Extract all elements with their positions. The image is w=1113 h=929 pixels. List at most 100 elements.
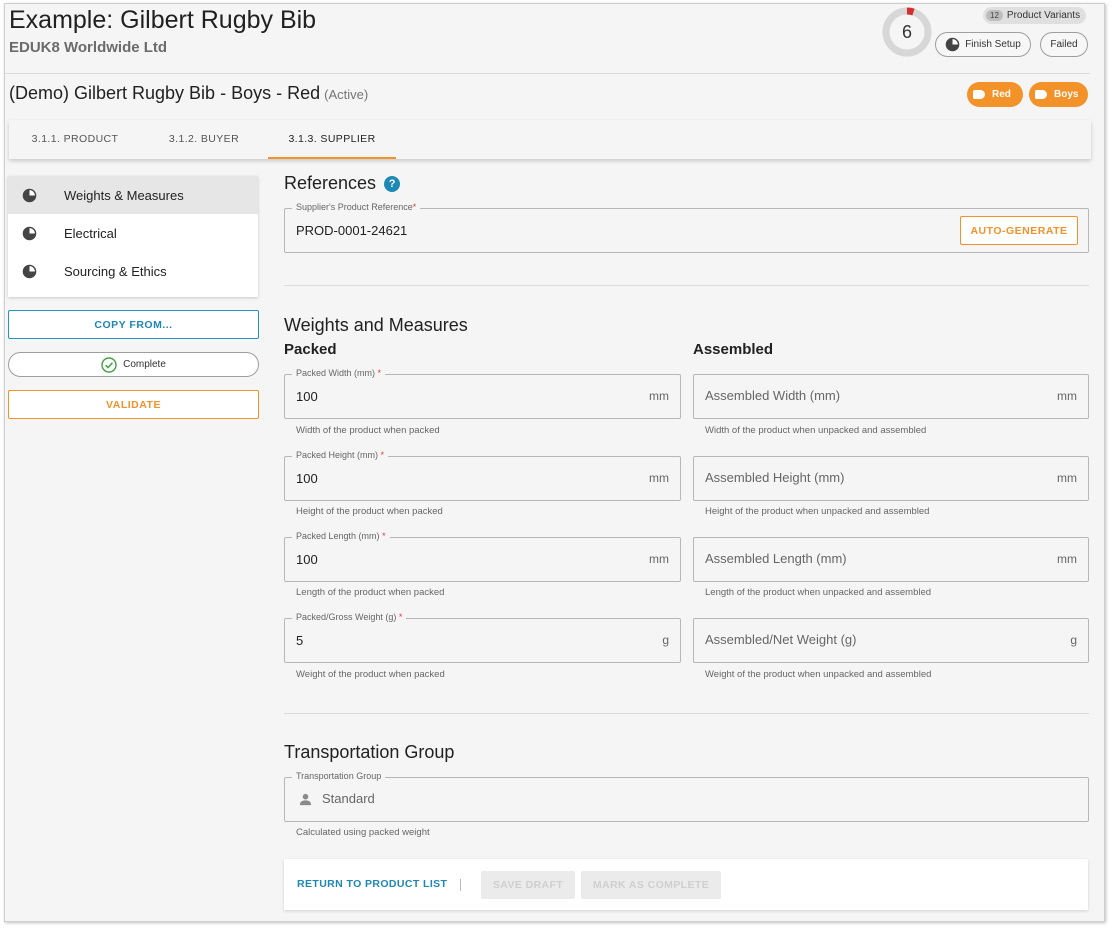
help-icon[interactable]: ? (384, 176, 401, 192)
divider (460, 879, 461, 891)
product-variants-chip[interactable]: 12 Product Variants (983, 7, 1087, 24)
tag-red-label: Red (992, 89, 1011, 100)
tag-red[interactable]: Red (967, 82, 1023, 107)
unit-label: mm (649, 471, 669, 485)
tab-supplier[interactable]: 3.1.3. SUPPLIER (268, 120, 396, 159)
transport-heading: Transportation Group (284, 742, 455, 762)
field-label: Transportation Group (292, 771, 386, 781)
return-to-product-list-link[interactable]: RETURN TO PRODUCT LIST (297, 859, 447, 910)
packed-heading: Packed (284, 341, 337, 358)
sidebar-nav: Weights & Measures Electrical Sourcing &… (8, 176, 258, 297)
failed-status-button[interactable]: Failed (1040, 32, 1088, 57)
packed-weight-field[interactable]: Packed/Gross Weight (g) * 5 g (284, 612, 681, 663)
check-circle-icon (101, 356, 117, 373)
field-label: Packed Length (mm) * (292, 531, 390, 541)
packed-weight-hint: Weight of the product when packed (296, 669, 445, 680)
references-heading: References? (284, 173, 401, 194)
tag-icon (1035, 90, 1047, 99)
packed-width-field[interactable]: Packed Width (mm) * 100 mm (284, 368, 681, 419)
assembled-height-field[interactable]: Assembled Height (mm) mm (693, 456, 1089, 501)
field-label: Supplier's Product Reference* (292, 202, 421, 212)
page-title: Example: Gilbert Rugby Bib (9, 6, 317, 34)
unit-label: g (1070, 633, 1077, 647)
packed-height-hint: Height of the product when packed (296, 506, 443, 517)
finish-setup-label: Finish Setup (965, 39, 1021, 50)
auto-generate-button[interactable]: AUTO-GENERATE (960, 216, 1078, 245)
variants-label: Product Variants (1006, 10, 1081, 21)
validate-button[interactable]: VALIDATE (8, 390, 259, 419)
mark-as-complete-button[interactable]: MARK AS COMPLETE (581, 871, 721, 899)
assembled-weight-placeholder: Assembled/Net Weight (g) (705, 632, 857, 647)
assembled-width-hint: Width of the product when unpacked and a… (705, 425, 927, 436)
tab-product[interactable]: 3.1.1. PRODUCT (19, 120, 131, 159)
app-window: Example: Gilbert Rugby Bib EDUK8 Worldwi… (4, 3, 1105, 922)
save-draft-button[interactable]: SAVE DRAFT (481, 871, 575, 899)
packed-weight-value: 5 (296, 633, 304, 648)
unit-label: mm (1057, 552, 1077, 566)
failed-label: Failed (1050, 39, 1078, 50)
product-status: (Active) (324, 87, 369, 102)
section-divider (284, 285, 1089, 286)
variants-count: 12 (986, 10, 1003, 21)
person-icon (299, 793, 312, 806)
sidebar-item-label: Electrical (64, 225, 117, 241)
assembled-heading: Assembled (693, 341, 774, 358)
complete-label: Complete (123, 359, 166, 370)
active-tab-indicator (268, 157, 396, 159)
packed-length-hint: Length of the product when packed (296, 587, 445, 598)
field-label: Packed Width (mm) * (292, 368, 386, 378)
sidebar-item-label: Sourcing & Ethics (64, 263, 167, 279)
unit-label: mm (1057, 471, 1077, 485)
packed-width-hint: Width of the product when packed (296, 425, 440, 436)
complete-button[interactable]: Complete (8, 352, 259, 377)
tag-icon (973, 90, 985, 99)
pie-chart-icon (22, 188, 37, 202)
company-name: EDUK8 Worldwide Ltd (9, 39, 168, 56)
assembled-width-field[interactable]: Assembled Width (mm) mm (693, 374, 1089, 419)
action-bar: RETURN TO PRODUCT LIST SAVE DRAFT MARK A… (284, 859, 1088, 910)
product-name: (Demo) Gilbert Rugby Bib - Boys - Red (9, 83, 321, 103)
pie-chart-icon (22, 226, 37, 240)
assembled-length-placeholder: Assembled Length (mm) (705, 551, 847, 566)
progress-number: 6 (901, 22, 912, 42)
sidebar-item-weights-measures[interactable]: Weights & Measures (8, 176, 258, 214)
tag-boys[interactable]: Boys (1029, 82, 1088, 107)
sidebar-item-sourcing-ethics[interactable]: Sourcing & Ethics (8, 252, 258, 290)
assembled-width-placeholder: Assembled Width (mm) (705, 388, 841, 403)
references-title: References (284, 173, 377, 193)
supplier-reference-field[interactable]: Supplier's Product Reference* PROD-0001-… (284, 202, 1089, 253)
packed-height-value: 100 (296, 471, 318, 486)
packed-length-value: 100 (296, 552, 318, 567)
section-divider (284, 713, 1089, 714)
pie-chart-icon (945, 37, 960, 52)
transport-group-hint: Calculated using packed weight (296, 827, 430, 838)
unit-label: mm (649, 389, 669, 403)
field-label: Packed Height (mm) * (292, 450, 389, 460)
sidebar-item-electrical[interactable]: Electrical (8, 214, 258, 252)
assembled-height-placeholder: Assembled Height (mm) (705, 470, 845, 485)
finish-setup-button[interactable]: Finish Setup (935, 32, 1031, 57)
tab-buyer[interactable]: 3.1.2. BUYER (151, 120, 257, 159)
packed-width-value: 100 (296, 389, 318, 404)
transport-group-value: Standard (322, 791, 375, 806)
assembled-length-hint: Length of the product when unpacked and … (705, 587, 932, 598)
header-divider (5, 73, 1090, 74)
product-title: (Demo) Gilbert Rugby Bib - Boys - Red (Ac… (9, 83, 368, 104)
assembled-weight-field[interactable]: Assembled/Net Weight (g) g (693, 618, 1089, 663)
packed-height-field[interactable]: Packed Height (mm) * 100 mm (284, 450, 681, 501)
supplier-reference-value: PROD-0001-24621 (296, 223, 408, 238)
packed-length-field[interactable]: Packed Length (mm) * 100 mm (284, 531, 681, 582)
tag-boys-label: Boys (1054, 89, 1079, 100)
unit-label: mm (649, 552, 669, 566)
copy-from-button[interactable]: COPY FROM... (8, 310, 259, 339)
assembled-height-hint: Height of the product when unpacked and … (705, 506, 930, 517)
assembled-length-field[interactable]: Assembled Length (mm) mm (693, 537, 1089, 582)
unit-label: g (662, 633, 669, 647)
field-label: Packed/Gross Weight (g) * (292, 612, 407, 622)
unit-label: mm (1057, 389, 1077, 403)
section-tabs: 3.1.1. PRODUCT 3.1.2. BUYER 3.1.3. SUPPL… (9, 120, 1091, 159)
transport-group-field[interactable]: Transportation Group Standard (284, 771, 1089, 822)
sidebar-item-label: Weights & Measures (64, 187, 184, 203)
assembled-weight-hint: Weight of the product when unpacked and … (705, 669, 932, 680)
weights-heading: Weights and Measures (284, 315, 468, 335)
